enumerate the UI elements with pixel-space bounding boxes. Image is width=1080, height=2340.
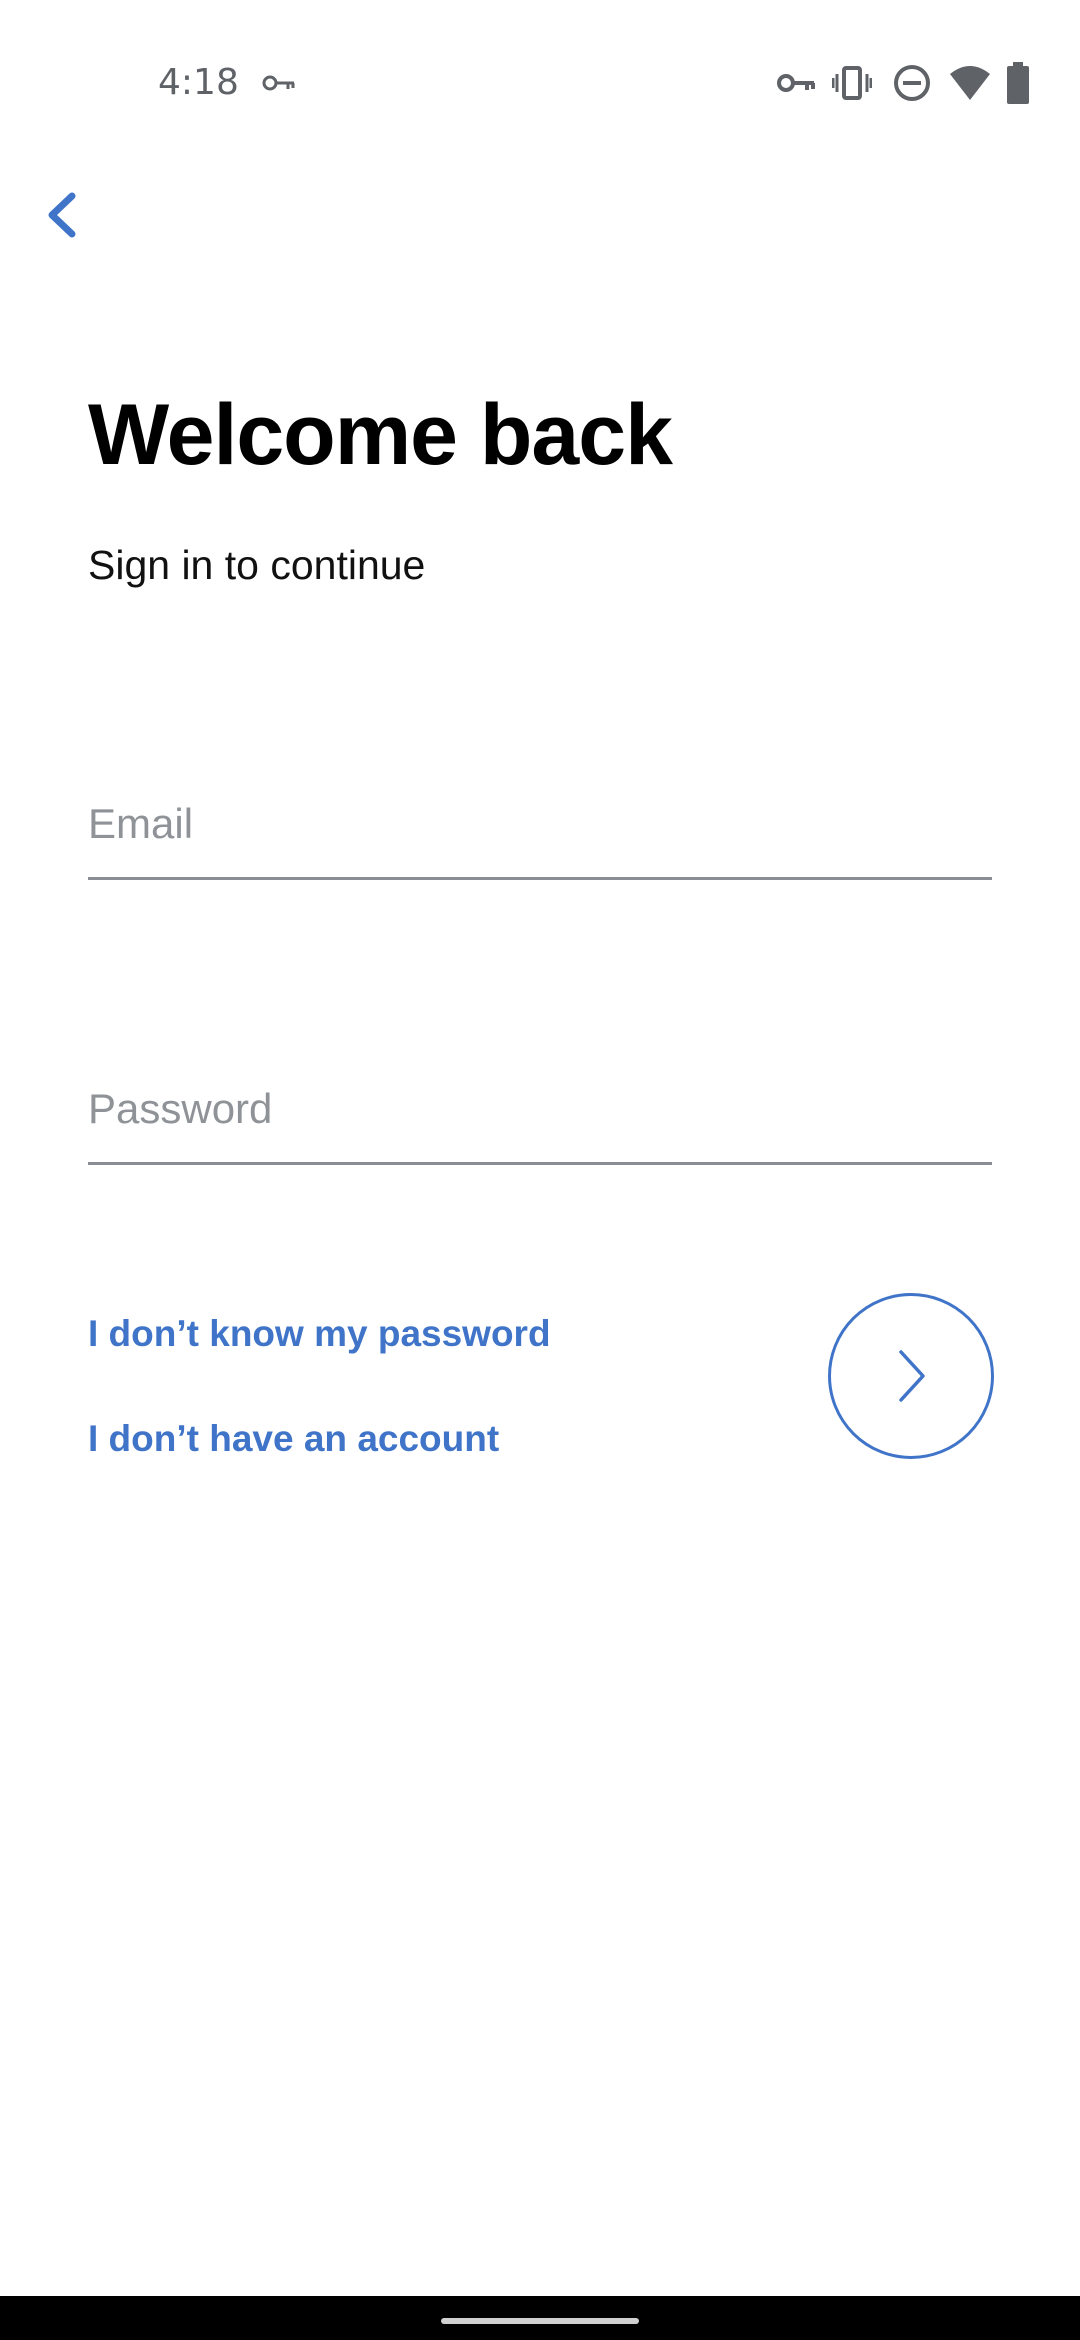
back-button[interactable] bbox=[36, 180, 86, 250]
no-account-link[interactable]: I don’t have an account bbox=[88, 1414, 499, 1464]
vpn-key-icon bbox=[777, 74, 815, 92]
navigation-bar bbox=[0, 2296, 1080, 2340]
email-field-container bbox=[88, 770, 992, 880]
status-time: 4:18 bbox=[158, 62, 239, 103]
chevron-left-icon bbox=[48, 192, 76, 238]
wifi-icon bbox=[950, 66, 990, 100]
page-title: Welcome back bbox=[88, 387, 673, 483]
home-gesture-handle[interactable] bbox=[441, 2318, 639, 2324]
do-not-disturb-icon bbox=[894, 65, 930, 101]
email-field[interactable] bbox=[88, 770, 992, 880]
chevron-right-icon bbox=[899, 1350, 925, 1402]
password-field[interactable] bbox=[88, 1055, 992, 1165]
password-field-container bbox=[88, 1055, 992, 1165]
forgot-password-link[interactable]: I don’t know my password bbox=[88, 1309, 551, 1359]
status-bar: 4:18 bbox=[0, 0, 1080, 170]
next-button[interactable] bbox=[828, 1293, 994, 1459]
page-subtitle: Sign in to continue bbox=[88, 542, 426, 588]
battery-icon bbox=[1007, 62, 1029, 104]
vpn-key-icon bbox=[262, 75, 295, 91]
vibrate-icon bbox=[832, 66, 872, 100]
